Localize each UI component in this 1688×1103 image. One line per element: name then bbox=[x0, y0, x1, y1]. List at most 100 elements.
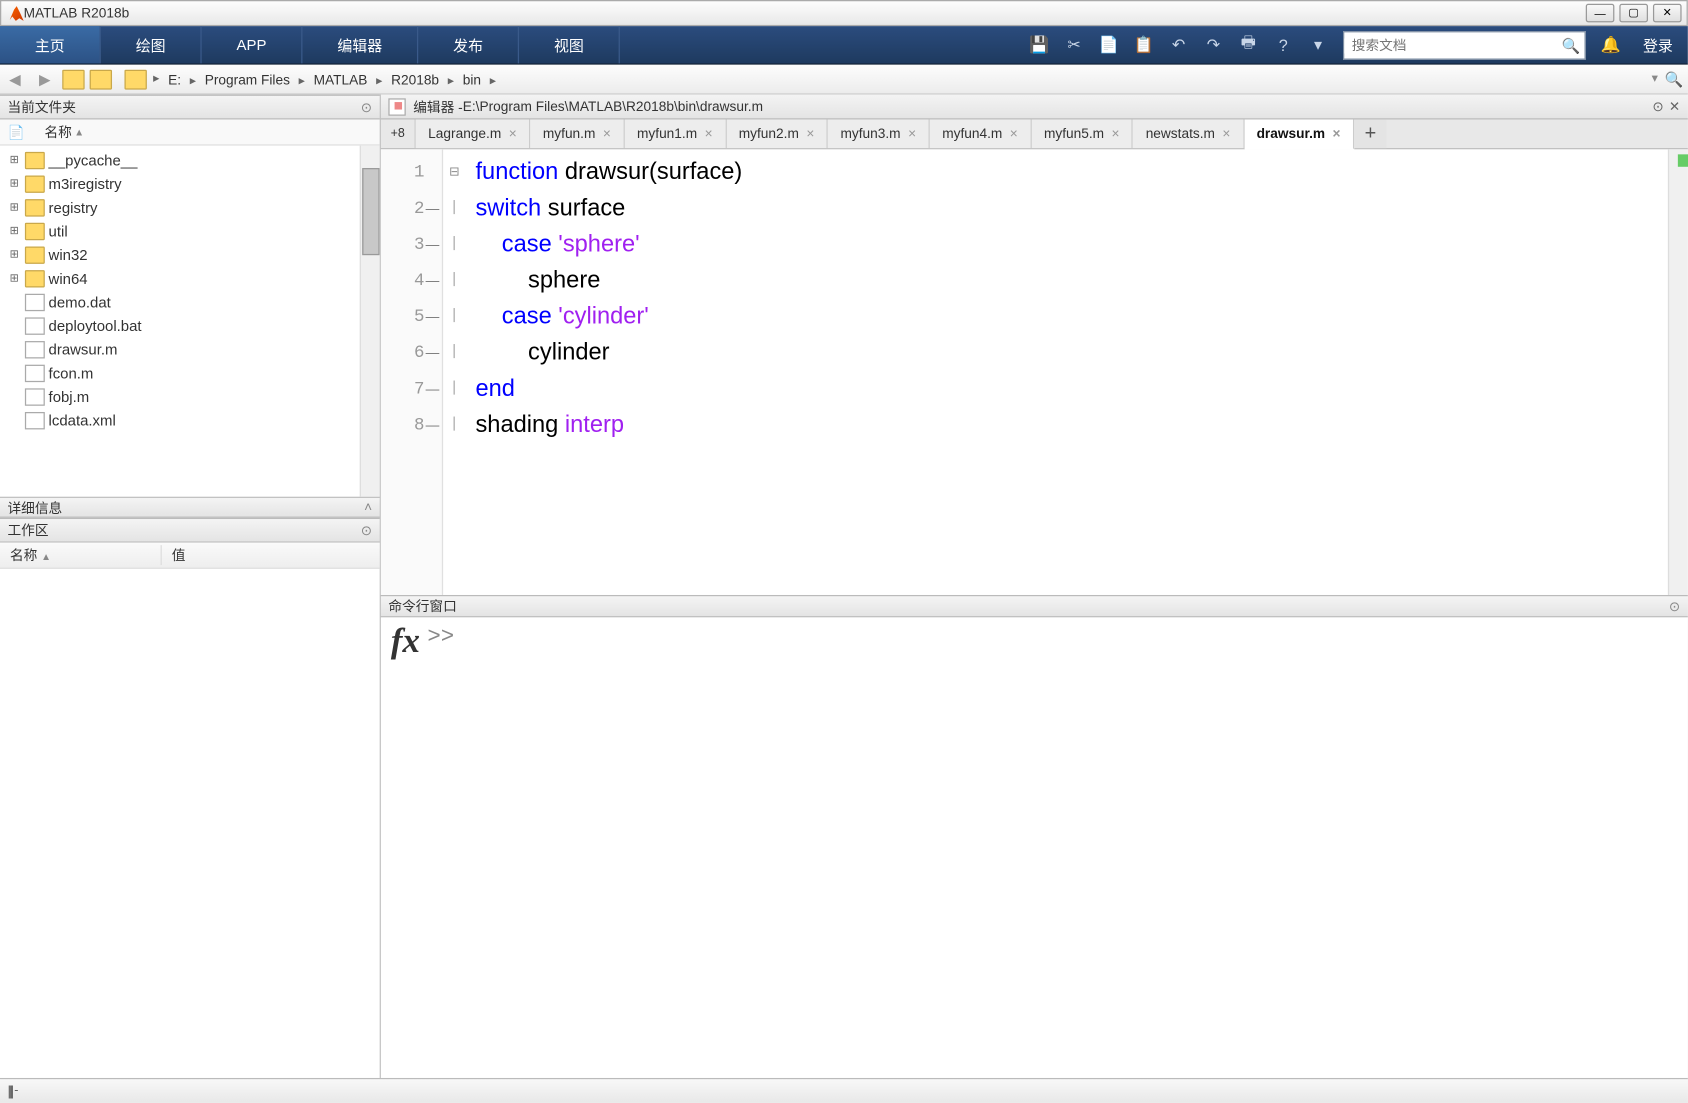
file-item[interactable]: ⊞win32 bbox=[0, 243, 380, 267]
dropdown-icon[interactable]: ▾ bbox=[1304, 31, 1331, 58]
editor-tab[interactable]: myfun2.m× bbox=[726, 119, 828, 148]
editor-scrollbar[interactable] bbox=[1668, 149, 1688, 595]
browse-folder-button[interactable] bbox=[90, 69, 112, 89]
code-line[interactable]: end bbox=[475, 371, 1657, 407]
toolstrip-tab[interactable]: APP bbox=[202, 26, 303, 63]
breadcrumb-item[interactable]: E: bbox=[163, 73, 186, 88]
file-list-header[interactable]: 📄 名称 ▲ bbox=[0, 119, 380, 145]
panel-close-icon[interactable]: ✕ bbox=[1669, 98, 1680, 114]
file-item[interactable]: fobj.m bbox=[0, 385, 380, 409]
toolstrip: 主页绘图APP编辑器发布视图 💾 ✂ 📄 📋 ↶ ↷ 🖶 ? ▾ 🔍 🔔 登录 bbox=[0, 26, 1688, 65]
toolstrip-tab[interactable]: 主页 bbox=[0, 26, 101, 63]
expand-icon[interactable]: ⊞ bbox=[7, 248, 21, 262]
code-line[interactable]: shading interp bbox=[475, 407, 1657, 443]
print-icon[interactable]: 🖶 bbox=[1235, 31, 1262, 58]
breadcrumb-item[interactable]: R2018b bbox=[386, 73, 444, 88]
toolstrip-tab[interactable]: 编辑器 bbox=[303, 26, 419, 63]
command-window[interactable]: fx >> bbox=[381, 617, 1688, 1078]
editor-tab[interactable]: newstats.m× bbox=[1133, 119, 1244, 148]
editor-tab[interactable]: myfun.m× bbox=[530, 119, 624, 148]
file-item[interactable]: deploytool.bat bbox=[0, 314, 380, 338]
doc-search-input[interactable] bbox=[1344, 38, 1557, 53]
code-line[interactable]: case 'cylinder' bbox=[475, 299, 1657, 335]
file-item[interactable]: ⊞__pycache__ bbox=[0, 148, 380, 172]
code-line[interactable]: function drawsur(surface) bbox=[475, 154, 1657, 190]
expand-icon[interactable]: ⊞ bbox=[7, 153, 21, 167]
file-item[interactable]: drawsur.m bbox=[0, 337, 380, 361]
code-editor[interactable]: 12—3—4—5—6—7—8— ⊟│││││││ function drawsu… bbox=[381, 149, 1688, 595]
code-line[interactable]: cylinder bbox=[475, 335, 1657, 371]
close-tab-icon[interactable]: × bbox=[1333, 126, 1341, 141]
code-line[interactable]: sphere bbox=[475, 263, 1657, 299]
search-icon[interactable]: 🔍 bbox=[1557, 37, 1584, 54]
line-number: 8— bbox=[381, 407, 442, 443]
file-name: lcdata.xml bbox=[49, 411, 116, 428]
close-tab-icon[interactable]: × bbox=[705, 126, 713, 141]
expand-icon[interactable]: ⊞ bbox=[7, 224, 21, 238]
save-icon[interactable]: 💾 bbox=[1026, 31, 1053, 58]
toolstrip-tab[interactable]: 绘图 bbox=[101, 26, 202, 63]
up-folder-button[interactable] bbox=[62, 69, 84, 89]
panel-menu-icon[interactable]: ⊙ bbox=[361, 522, 372, 538]
file-item[interactable]: fcon.m bbox=[0, 361, 380, 385]
current-folder-icon bbox=[124, 69, 146, 89]
file-scrollbar[interactable] bbox=[360, 146, 380, 497]
fx-icon[interactable]: fx bbox=[391, 625, 420, 1071]
close-tab-icon[interactable]: × bbox=[603, 126, 611, 141]
undo-icon[interactable]: ↶ bbox=[1165, 31, 1192, 58]
close-tab-icon[interactable]: × bbox=[1222, 126, 1230, 141]
cut-icon[interactable]: ✂ bbox=[1060, 31, 1087, 58]
editor-tab[interactable]: myfun4.m× bbox=[930, 119, 1032, 148]
file-item[interactable]: demo.dat bbox=[0, 290, 380, 314]
login-button[interactable]: 登录 bbox=[1628, 26, 1688, 63]
breadcrumb-item[interactable]: bin bbox=[458, 73, 486, 88]
close-tab-icon[interactable]: × bbox=[1112, 126, 1120, 141]
details-header[interactable]: 详细信息 ˄ bbox=[0, 497, 380, 518]
editor-tab[interactable]: Lagrange.m× bbox=[416, 119, 531, 148]
file-item[interactable]: lcdata.xml bbox=[0, 408, 380, 432]
fold-marker[interactable]: ⊟ bbox=[443, 154, 465, 190]
file-item[interactable]: ⊞win64 bbox=[0, 266, 380, 290]
notification-icon[interactable]: 🔔 bbox=[1597, 31, 1624, 58]
expand-icon[interactable]: ⊞ bbox=[7, 177, 21, 191]
new-tab-button[interactable]: + bbox=[1354, 119, 1386, 148]
breadcrumb-item[interactable]: Program Files bbox=[200, 73, 295, 88]
close-tab-icon[interactable]: × bbox=[509, 126, 517, 141]
breadcrumb-item[interactable]: MATLAB bbox=[309, 73, 373, 88]
close-tab-icon[interactable]: × bbox=[908, 126, 916, 141]
maximize-button[interactable]: ▢ bbox=[1619, 4, 1648, 23]
code-line[interactable]: case 'sphere' bbox=[475, 227, 1657, 263]
workspace-name-col[interactable]: 名称 ▲ bbox=[0, 545, 162, 565]
close-tab-icon[interactable]: × bbox=[1010, 126, 1018, 141]
expand-icon[interactable]: ⊞ bbox=[7, 200, 21, 214]
expand-icon[interactable]: ˄ bbox=[364, 500, 372, 515]
forward-button[interactable]: ▶ bbox=[32, 68, 57, 90]
file-item[interactable]: ⊞util bbox=[0, 219, 380, 243]
editor-tab[interactable]: myfun5.m× bbox=[1032, 119, 1134, 148]
toolstrip-tab[interactable]: 视图 bbox=[519, 26, 620, 63]
panel-menu-icon[interactable]: ⊙ bbox=[361, 99, 372, 115]
paste-icon[interactable]: 📋 bbox=[1130, 31, 1157, 58]
editor-tab[interactable]: myfun3.m× bbox=[828, 119, 930, 148]
path-search-icon[interactable]: 🔍 bbox=[1660, 70, 1687, 87]
copy-icon[interactable]: 📄 bbox=[1095, 31, 1122, 58]
close-tab-icon[interactable]: × bbox=[806, 126, 814, 141]
toolstrip-tab[interactable]: 发布 bbox=[418, 26, 519, 63]
file-item[interactable]: ⊞m3iregistry bbox=[0, 172, 380, 196]
back-button[interactable]: ◀ bbox=[2, 68, 27, 90]
tab-overflow-indicator[interactable]: +8 bbox=[381, 119, 416, 148]
editor-tab[interactable]: myfun1.m× bbox=[625, 119, 727, 148]
close-button[interactable]: ✕ bbox=[1653, 4, 1682, 23]
help-icon[interactable]: ? bbox=[1270, 31, 1297, 58]
panel-menu-icon[interactable]: ⊙ bbox=[1652, 98, 1663, 114]
minimize-button[interactable]: — bbox=[1586, 4, 1615, 23]
doc-search[interactable]: 🔍 bbox=[1343, 31, 1586, 60]
workspace-value-col[interactable]: 值 bbox=[162, 545, 186, 565]
panel-menu-icon[interactable]: ⊙ bbox=[1669, 598, 1680, 614]
redo-icon[interactable]: ↷ bbox=[1200, 31, 1227, 58]
expand-icon[interactable]: ⊞ bbox=[7, 271, 21, 285]
editor-tab[interactable]: drawsur.m× bbox=[1244, 119, 1354, 149]
code-line[interactable]: switch surface bbox=[475, 190, 1657, 226]
file-item[interactable]: ⊞registry bbox=[0, 195, 380, 219]
name-column-header[interactable]: 名称 bbox=[44, 122, 71, 142]
